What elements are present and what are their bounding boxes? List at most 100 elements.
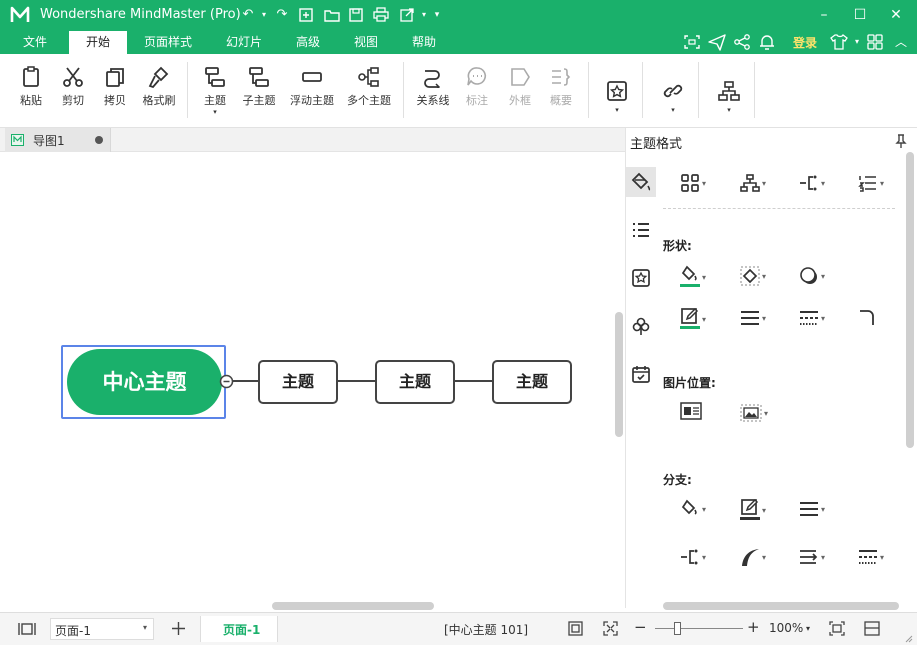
tab-home[interactable]: 开始 [69, 31, 127, 54]
fill-color-button[interactable]: ▾ [680, 265, 716, 289]
undo-icon[interactable]: ↶ [240, 7, 256, 23]
callout-button[interactable]: 标注 [460, 62, 494, 122]
fit-width-icon[interactable] [829, 621, 845, 636]
multiple-topics-button[interactable]: 多个主题 [343, 62, 395, 122]
fit-page-icon[interactable] [568, 621, 583, 636]
hyperlink-button[interactable]: ▾ [657, 62, 689, 122]
task-tab[interactable] [626, 359, 656, 389]
fullscreen-icon[interactable] [682, 33, 702, 51]
insert-icon-dropdown-icon[interactable]: ▾ [601, 106, 633, 114]
branch-arrow-button[interactable]: ▾ [799, 546, 835, 570]
unsaved-dot-icon[interactable] [95, 136, 103, 144]
skin-dropdown-icon[interactable]: ▾ [847, 33, 867, 51]
tab-file[interactable]: 文件 [10, 31, 60, 54]
floating-topic-button[interactable]: 浮动主题 [286, 62, 338, 122]
central-topic[interactable]: 中心主题 [67, 349, 222, 415]
open-folder-icon[interactable] [324, 7, 340, 23]
topic-node[interactable]: 主题 [375, 360, 455, 404]
tab-page-style[interactable]: 页面样式 [136, 31, 200, 54]
page-select[interactable]: 页面-1 ▾ [50, 618, 154, 640]
login-link[interactable]: 登录 [793, 34, 817, 51]
minimize-button[interactable]: – [811, 4, 837, 26]
tab-view[interactable]: 视图 [343, 31, 389, 54]
insert-icon-button[interactable]: ▾ [601, 62, 633, 122]
tab-help[interactable]: 帮助 [401, 31, 447, 54]
zoom-slider-track[interactable] [655, 628, 743, 629]
canvas-horizontal-scrollbar[interactable] [272, 602, 434, 610]
branch-weight-button[interactable]: ▾ [799, 498, 835, 522]
add-page-icon[interactable] [171, 621, 186, 636]
send-icon[interactable] [707, 33, 727, 51]
shadow-button[interactable]: ▾ [799, 265, 835, 289]
border-dash-button[interactable]: ▾ [799, 307, 835, 331]
shape-select-button[interactable]: ▾ [740, 265, 776, 289]
topic-dropdown-icon[interactable]: ▾ [198, 108, 232, 116]
panel-horizontal-scrollbar[interactable] [663, 602, 899, 610]
zoom-in-icon[interactable]: + [747, 618, 760, 636]
topic-button[interactable]: 主题 ▾ [198, 62, 232, 122]
topic-format-tab[interactable] [626, 167, 656, 197]
share-icon[interactable] [732, 33, 752, 51]
connector-style-button[interactable]: ▾ [799, 172, 835, 196]
panel-vertical-scrollbar[interactable] [906, 152, 914, 448]
tab-slides[interactable]: 幻灯片 [215, 31, 273, 54]
document-tab[interactable]: 导图1 [5, 128, 111, 152]
skin-shirt-icon[interactable] [829, 33, 849, 51]
close-button[interactable]: ✕ [883, 4, 909, 26]
customize-toolbar-icon[interactable]: ▾ [429, 7, 445, 23]
branch-color-button[interactable]: ▾ [740, 498, 776, 522]
summary-button[interactable]: 概要 [544, 62, 578, 122]
tab-advanced[interactable]: 高级 [285, 31, 331, 54]
save-icon[interactable] [348, 7, 364, 23]
zoom-slider-thumb[interactable] [674, 622, 681, 635]
pin-icon[interactable] [895, 134, 907, 148]
fullscreen-icon[interactable] [603, 621, 618, 636]
branch-fill-button[interactable]: ▾ [680, 498, 716, 522]
topic-node[interactable]: 主题 [492, 360, 572, 404]
branch-taper-button[interactable]: ▾ [740, 546, 776, 570]
layout-button[interactable]: ▾ [713, 62, 745, 122]
undo-dropdown-icon[interactable]: ▾ [256, 7, 272, 23]
subtopic-button[interactable]: 子主题 [239, 62, 279, 122]
outline-tab[interactable] [626, 215, 656, 245]
print-icon[interactable] [373, 7, 389, 23]
icon-library-tab[interactable] [626, 263, 656, 293]
layout-style-button[interactable]: ▾ [680, 172, 716, 196]
page-panel-toggle-icon[interactable] [18, 622, 36, 636]
zoom-out-icon[interactable]: − [634, 618, 647, 636]
branch-dash-button[interactable]: ▾ [858, 546, 894, 570]
new-file-icon[interactable] [298, 7, 314, 23]
canvas-vertical-scrollbar[interactable] [615, 312, 623, 437]
format-painter-button[interactable]: 格式刷 [138, 62, 180, 122]
apps-grid-icon[interactable] [865, 33, 885, 51]
maximize-button[interactable]: ☐ [847, 4, 873, 26]
copy-button[interactable]: 拷贝 [97, 62, 133, 122]
collapse-ribbon-icon[interactable]: ︿ [891, 33, 911, 51]
boundary-button[interactable]: 外框 [503, 62, 537, 122]
clipart-tab[interactable] [626, 311, 656, 341]
notification-bell-icon[interactable] [757, 33, 777, 51]
corner-style-button[interactable] [858, 307, 894, 331]
hyperlink-dropdown-icon[interactable]: ▾ [657, 106, 689, 114]
cut-button[interactable]: 剪切 [55, 62, 91, 122]
redo-icon[interactable]: ↷ [274, 7, 290, 23]
zoom-level[interactable]: 100% [769, 621, 803, 635]
collapse-branch-icon[interactable] [219, 374, 234, 389]
paste-button[interactable]: 粘贴 [12, 62, 50, 122]
resize-grip-icon[interactable] [903, 633, 913, 643]
structure-button[interactable]: ▾ [740, 172, 776, 196]
border-color-button[interactable]: ▾ [680, 307, 716, 331]
export-icon[interactable] [399, 7, 415, 23]
layout-dropdown-icon[interactable]: ▾ [713, 106, 745, 114]
presentation-icon[interactable] [864, 621, 880, 636]
border-weight-button[interactable]: ▾ [740, 307, 776, 331]
numbering-button[interactable]: ▾ [858, 172, 894, 196]
image-position-select-button[interactable]: ▾ [740, 402, 776, 426]
zoom-dropdown-icon[interactable]: ▾ [806, 624, 810, 633]
multiple-topics-icon [358, 67, 379, 87]
image-position-left-button[interactable] [680, 402, 716, 426]
branch-connector-button[interactable]: ▾ [680, 546, 716, 570]
topic-node[interactable]: 主题 [258, 360, 338, 404]
page-tab[interactable]: 页面-1 [200, 616, 278, 642]
relationship-button[interactable]: 关系线 [413, 62, 453, 122]
